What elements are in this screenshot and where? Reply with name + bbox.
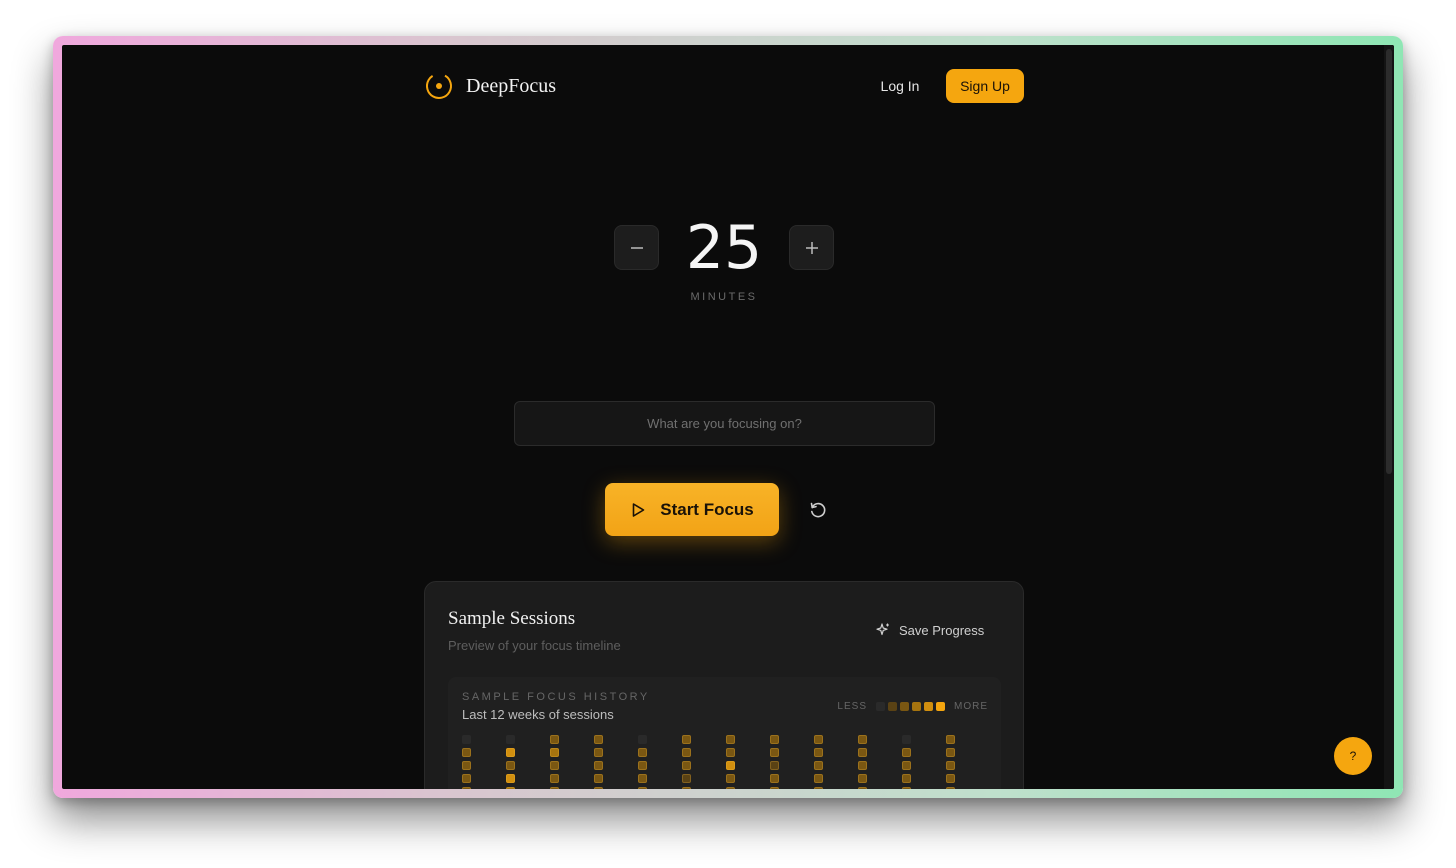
history-cell bbox=[726, 735, 735, 744]
history-cell bbox=[462, 748, 471, 757]
history-label: SAMPLE FOCUS HISTORY bbox=[462, 691, 650, 703]
history-cell bbox=[638, 787, 647, 789]
history-cell bbox=[462, 761, 471, 770]
history-cell bbox=[858, 748, 867, 757]
history-cell bbox=[462, 735, 471, 744]
history-cell bbox=[594, 748, 603, 757]
history-cell bbox=[506, 774, 515, 783]
history-cell bbox=[814, 761, 823, 770]
history-cell bbox=[682, 761, 691, 770]
save-progress-label: Save Progress bbox=[899, 622, 985, 638]
focus-logo-icon bbox=[426, 73, 452, 99]
history-cell bbox=[682, 748, 691, 757]
history-cell bbox=[902, 735, 911, 744]
legend-swatch bbox=[900, 702, 909, 711]
history-cell bbox=[594, 787, 603, 789]
login-link[interactable]: Log In bbox=[868, 78, 932, 94]
page-scrollbar[interactable] bbox=[1384, 45, 1394, 789]
minutes-value: 25 bbox=[685, 213, 763, 283]
history-cell bbox=[462, 787, 471, 789]
history-cell bbox=[726, 748, 735, 757]
history-cell bbox=[858, 787, 867, 789]
reset-icon[interactable] bbox=[808, 500, 828, 520]
legend-more-label: MORE bbox=[954, 701, 988, 712]
legend-swatches bbox=[876, 702, 945, 711]
history-cell bbox=[814, 787, 823, 789]
history-cell bbox=[638, 748, 647, 757]
legend-less-label: LESS bbox=[837, 701, 867, 712]
play-icon bbox=[632, 502, 645, 517]
history-cell bbox=[946, 735, 955, 744]
sparkle-icon bbox=[876, 623, 889, 636]
history-cell bbox=[638, 761, 647, 770]
history-subtitle: Last 12 weeks of sessions bbox=[462, 707, 614, 722]
start-focus-button[interactable]: Start Focus bbox=[605, 483, 779, 536]
scrollbar-thumb[interactable] bbox=[1386, 49, 1392, 474]
history-cell bbox=[902, 761, 911, 770]
sessions-subtitle: Preview of your focus timeline bbox=[448, 638, 621, 653]
history-cell bbox=[814, 774, 823, 783]
help-button[interactable]: ? bbox=[1334, 737, 1372, 775]
history-cell bbox=[946, 748, 955, 757]
history-cell bbox=[770, 774, 779, 783]
brand-logo[interactable]: DeepFocus bbox=[424, 71, 556, 101]
history-cell bbox=[770, 761, 779, 770]
history-cell bbox=[550, 748, 559, 757]
minutes-unit-label: MINUTES bbox=[690, 291, 758, 303]
history-cell bbox=[902, 748, 911, 757]
history-cell bbox=[770, 735, 779, 744]
increase-minutes-button[interactable] bbox=[789, 225, 834, 270]
history-cell bbox=[506, 787, 515, 789]
history-cell bbox=[506, 748, 515, 757]
history-cell bbox=[858, 735, 867, 744]
history-cell bbox=[814, 748, 823, 757]
history-cell bbox=[770, 748, 779, 757]
legend-swatch bbox=[924, 702, 933, 711]
legend-swatch bbox=[888, 702, 897, 711]
signup-button[interactable]: Sign Up bbox=[946, 69, 1024, 103]
legend-swatch bbox=[912, 702, 921, 711]
plus-icon bbox=[805, 241, 818, 254]
history-cell bbox=[594, 735, 603, 744]
intensity-legend: LESS MORE bbox=[837, 701, 988, 712]
history-cell bbox=[858, 774, 867, 783]
history-cell bbox=[902, 774, 911, 783]
history-cell bbox=[638, 774, 647, 783]
history-cell bbox=[550, 787, 559, 789]
decrease-minutes-button[interactable] bbox=[614, 225, 659, 270]
history-cell bbox=[814, 735, 823, 744]
legend-swatch bbox=[936, 702, 945, 711]
history-cell bbox=[550, 735, 559, 744]
save-progress-button[interactable]: Save Progress bbox=[875, 622, 984, 638]
legend-swatch bbox=[876, 702, 885, 711]
history-cell bbox=[506, 761, 515, 770]
minus-icon bbox=[630, 246, 643, 249]
history-cell bbox=[682, 787, 691, 789]
focus-history-panel: SAMPLE FOCUS HISTORY Last 12 weeks of se… bbox=[448, 677, 1001, 789]
app-screen: DeepFocus Log In Sign Up 25 MINUTES Star… bbox=[62, 45, 1394, 789]
history-cell bbox=[550, 774, 559, 783]
history-cell bbox=[902, 787, 911, 789]
history-cell bbox=[682, 774, 691, 783]
history-cell bbox=[946, 774, 955, 783]
sessions-card: Sample Sessions Preview of your focus ti… bbox=[424, 581, 1024, 789]
history-cell bbox=[946, 787, 955, 789]
history-cell bbox=[770, 787, 779, 789]
history-cell bbox=[726, 774, 735, 783]
history-cell bbox=[594, 774, 603, 783]
history-cell bbox=[594, 761, 603, 770]
history-cell bbox=[726, 761, 735, 770]
history-cell bbox=[858, 761, 867, 770]
start-focus-label: Start Focus bbox=[660, 499, 754, 519]
history-cell bbox=[726, 787, 735, 789]
history-cell bbox=[946, 761, 955, 770]
focus-task-input[interactable] bbox=[514, 401, 935, 446]
sessions-title: Sample Sessions bbox=[448, 608, 576, 629]
history-cell bbox=[550, 761, 559, 770]
brand-name: DeepFocus bbox=[466, 74, 556, 97]
history-cell bbox=[462, 774, 471, 783]
history-cell bbox=[506, 735, 515, 744]
history-cell bbox=[638, 735, 647, 744]
history-cell bbox=[682, 735, 691, 744]
